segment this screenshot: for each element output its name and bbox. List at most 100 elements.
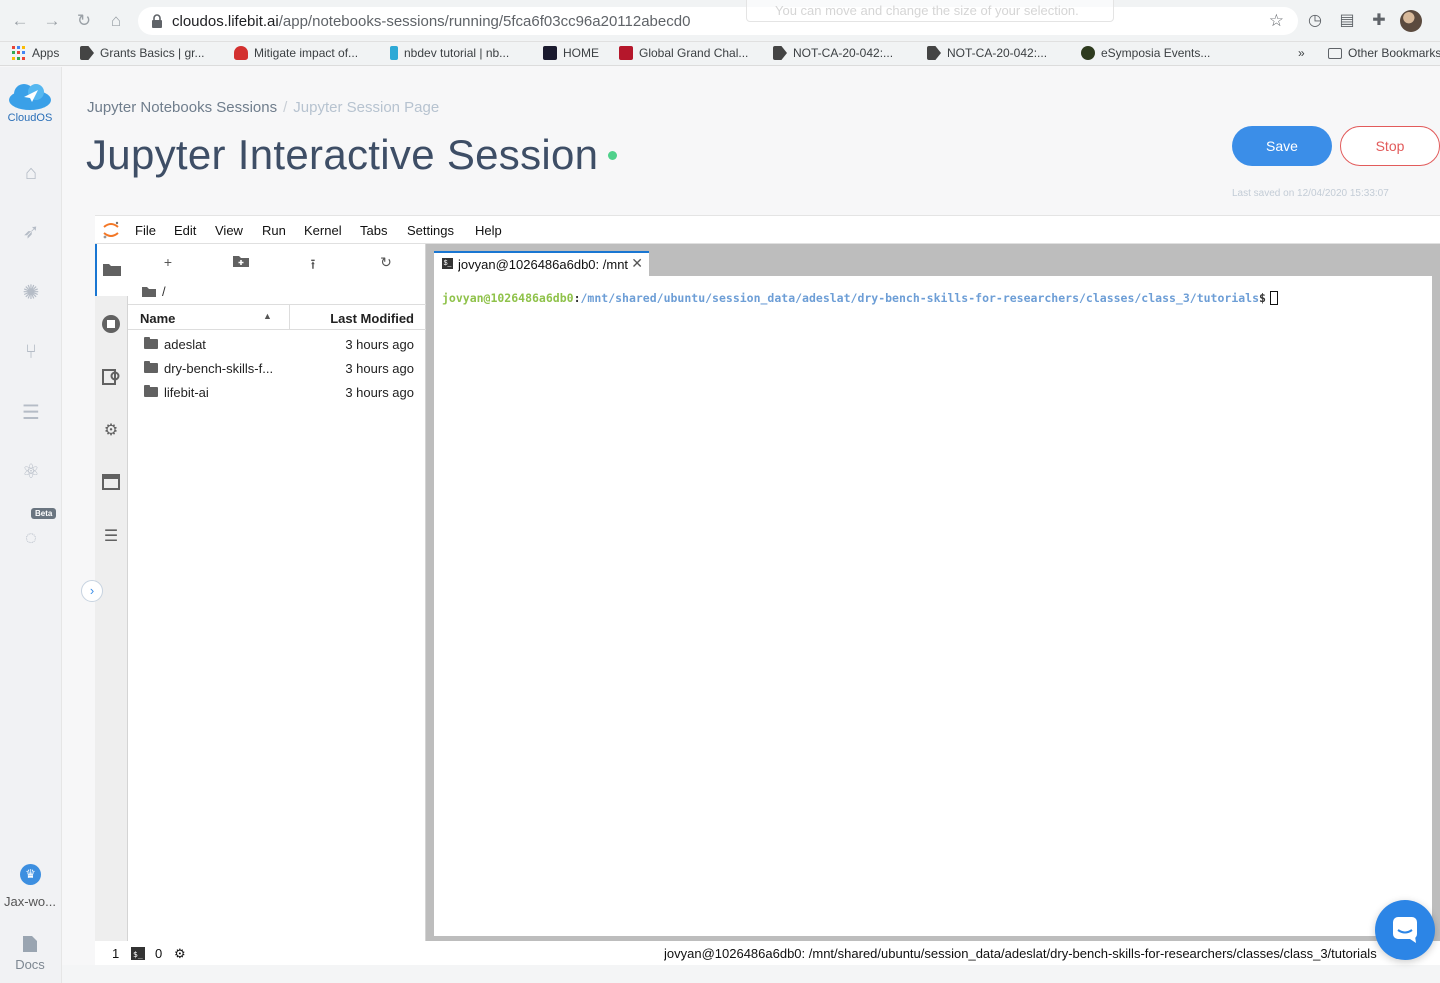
file-modified: 3 hours ago bbox=[345, 361, 414, 376]
menu-edit[interactable]: Edit bbox=[174, 223, 196, 238]
docs-label[interactable]: Docs bbox=[0, 957, 60, 972]
command-palette-icon[interactable] bbox=[101, 367, 121, 387]
bookmark-nbdev[interactable]: nbdev tutorial | nb... bbox=[390, 46, 509, 60]
database-icon[interactable]: ☰ bbox=[18, 400, 44, 426]
new-launcher-icon[interactable]: + bbox=[158, 254, 178, 272]
bookmark-global-grand[interactable]: Global Grand Chal... bbox=[619, 46, 748, 60]
dna-icon[interactable]: ⚛ bbox=[18, 459, 44, 485]
menu-file[interactable]: File bbox=[135, 223, 156, 238]
tab-terminal[interactable]: $_ jovyan@1026486a6db0: /mnt ✕ bbox=[434, 251, 649, 276]
folder-icon bbox=[103, 264, 121, 276]
tabs-panel-icon[interactable] bbox=[101, 474, 121, 494]
pipeline-icon[interactable]: ⑂ bbox=[18, 339, 44, 365]
column-name[interactable]: Name bbox=[140, 311, 175, 326]
save-button[interactable]: Save bbox=[1232, 126, 1332, 166]
running-sessions-icon[interactable] bbox=[101, 314, 121, 334]
url-text: cloudos.lifebit.ai/app/notebooks-session… bbox=[172, 13, 690, 30]
bookmark-home[interactable]: HOME bbox=[543, 46, 599, 60]
list-item[interactable]: lifebit-ai 3 hours ago bbox=[128, 381, 426, 405]
rocket-icon[interactable]: ➶ bbox=[18, 219, 44, 245]
beta-badge: Beta bbox=[31, 508, 57, 519]
reload-icon[interactable]: ↻ bbox=[72, 9, 96, 33]
bookmark-star-icon[interactable]: ☆ bbox=[1269, 11, 1284, 31]
crown-icon[interactable]: ♛ bbox=[20, 864, 41, 885]
kernel-count[interactable]: 0 bbox=[155, 946, 162, 961]
prompt-symbol: $ bbox=[1259, 291, 1266, 305]
file-browser-path[interactable]: / bbox=[142, 284, 166, 299]
close-icon[interactable]: ✕ bbox=[631, 255, 643, 272]
menu-settings[interactable]: Settings bbox=[407, 223, 454, 238]
bookmark-esymposia[interactable]: eSymposia Events... bbox=[1081, 46, 1210, 60]
lightbulb-icon[interactable]: ✺ bbox=[18, 280, 44, 306]
list-item[interactable]: adeslat 3 hours ago bbox=[128, 333, 426, 357]
selection-tooltip: You can move and change the size of your… bbox=[746, 0, 1114, 22]
running-status-dot bbox=[608, 151, 617, 160]
column-last-modified[interactable]: Last Modified bbox=[330, 311, 414, 326]
chevron-right-icon[interactable]: › bbox=[81, 580, 103, 602]
fastai-icon bbox=[390, 46, 398, 60]
profile-avatar[interactable] bbox=[1400, 10, 1422, 32]
table-of-contents-icon[interactable]: ☰ bbox=[101, 527, 121, 547]
refresh-icon[interactable]: ↻ bbox=[376, 254, 396, 272]
jupyter-icon[interactable]: ◌ bbox=[18, 525, 44, 551]
sort-ascending-icon: ▲ bbox=[263, 311, 272, 321]
gc-icon bbox=[619, 46, 633, 60]
other-bookmarks[interactable]: Other Bookmarks bbox=[1328, 46, 1440, 60]
terminal-pane[interactable]: jovyan@1026486a6db0:/mnt/shared/ubuntu/s… bbox=[434, 276, 1432, 936]
jupyter-statusbar: 1 $_ 0 ⚙ jovyan@1026486a6db0: /mnt/share… bbox=[95, 941, 1440, 966]
menu-view[interactable]: View bbox=[215, 223, 243, 238]
folder-icon bbox=[144, 385, 158, 397]
page-title: Jupyter Interactive Session bbox=[86, 131, 599, 178]
file-name: lifebit-ai bbox=[164, 385, 209, 400]
breadcrumb-sessions-link[interactable]: Jupyter Notebooks Sessions bbox=[87, 99, 277, 116]
bookmarks-bar: Apps Grants Basics | gr... Mitigate impa… bbox=[0, 42, 1440, 66]
column-divider[interactable] bbox=[289, 305, 290, 330]
prompt-user-host: jovyan@1026486a6db0 bbox=[442, 291, 574, 305]
bookmarks-overflow-button[interactable]: » bbox=[1298, 46, 1305, 60]
home-icon[interactable]: ⌂ bbox=[18, 160, 44, 186]
list-item[interactable]: dry-bench-skills-f... 3 hours ago bbox=[128, 357, 426, 381]
statusbar-path: jovyan@1026486a6db0: /mnt/shared/ubuntu/… bbox=[664, 946, 1377, 961]
menu-help[interactable]: Help bbox=[475, 223, 502, 238]
tab-file-browser[interactable] bbox=[95, 244, 128, 296]
bookmark-not-ca-1[interactable]: NOT-CA-20-042:... bbox=[773, 46, 893, 60]
page-icon[interactable]: ▤ bbox=[1336, 10, 1358, 32]
home-icon[interactable]: ⌂ bbox=[104, 9, 128, 33]
chat-launcher-button[interactable] bbox=[1375, 900, 1435, 960]
terminal-count[interactable]: 1 bbox=[112, 946, 119, 961]
bookmark-apps[interactable]: Apps bbox=[12, 46, 59, 60]
property-inspector-icon[interactable]: ⚙ bbox=[101, 421, 121, 441]
forward-arrow-icon[interactable]: → bbox=[40, 9, 64, 33]
back-arrow-icon[interactable]: ← bbox=[8, 9, 32, 33]
last-saved-text: Last saved on 12/04/2020 15:33:07 bbox=[1232, 188, 1389, 199]
bookmark-not-ca-2[interactable]: NOT-CA-20-042:... bbox=[927, 46, 1047, 60]
file-name: adeslat bbox=[164, 337, 206, 352]
bookmark-label: Other Bookmarks bbox=[1348, 46, 1440, 60]
file-list-header: Name ▲ Last Modified bbox=[128, 304, 426, 330]
terminal-status-icon: $_ bbox=[131, 947, 145, 963]
new-folder-icon[interactable] bbox=[231, 254, 251, 272]
file-modified: 3 hours ago bbox=[345, 385, 414, 400]
bookmark-label: NOT-CA-20-042:... bbox=[793, 46, 894, 60]
menu-run[interactable]: Run bbox=[262, 223, 286, 238]
lock-icon bbox=[152, 14, 162, 28]
bookmark-grants-basics[interactable]: Grants Basics | gr... bbox=[80, 46, 204, 60]
bookmark-mitigate-impact[interactable]: Mitigate impact of... bbox=[234, 46, 358, 60]
upload-icon[interactable]: ⭱ bbox=[303, 254, 323, 272]
extensions-icon[interactable]: ✚ bbox=[1368, 10, 1390, 32]
jupyter-menubar: File Edit View Run Kernel Tabs Settings … bbox=[95, 216, 1440, 244]
workspace-label[interactable]: Jax-wo... bbox=[0, 894, 60, 909]
menu-kernel[interactable]: Kernel bbox=[304, 223, 342, 238]
chat-icon bbox=[1393, 917, 1417, 943]
document-icon[interactable] bbox=[22, 935, 38, 953]
address-bar[interactable]: cloudos.lifebit.ai/app/notebooks-session… bbox=[138, 7, 1298, 35]
svg-text:$_: $_ bbox=[133, 950, 143, 959]
stop-button[interactable]: Stop bbox=[1340, 126, 1440, 166]
file-name: dry-bench-skills-f... bbox=[164, 361, 274, 376]
bookmark-label: Mitigate impact of... bbox=[254, 46, 359, 60]
cloudos-logo-icon[interactable] bbox=[7, 81, 53, 111]
history-icon[interactable]: ◷ bbox=[1304, 10, 1326, 32]
page-bottom-strip bbox=[62, 965, 1440, 983]
prompt-colon: : bbox=[573, 291, 581, 305]
menu-tabs[interactable]: Tabs bbox=[360, 223, 387, 238]
